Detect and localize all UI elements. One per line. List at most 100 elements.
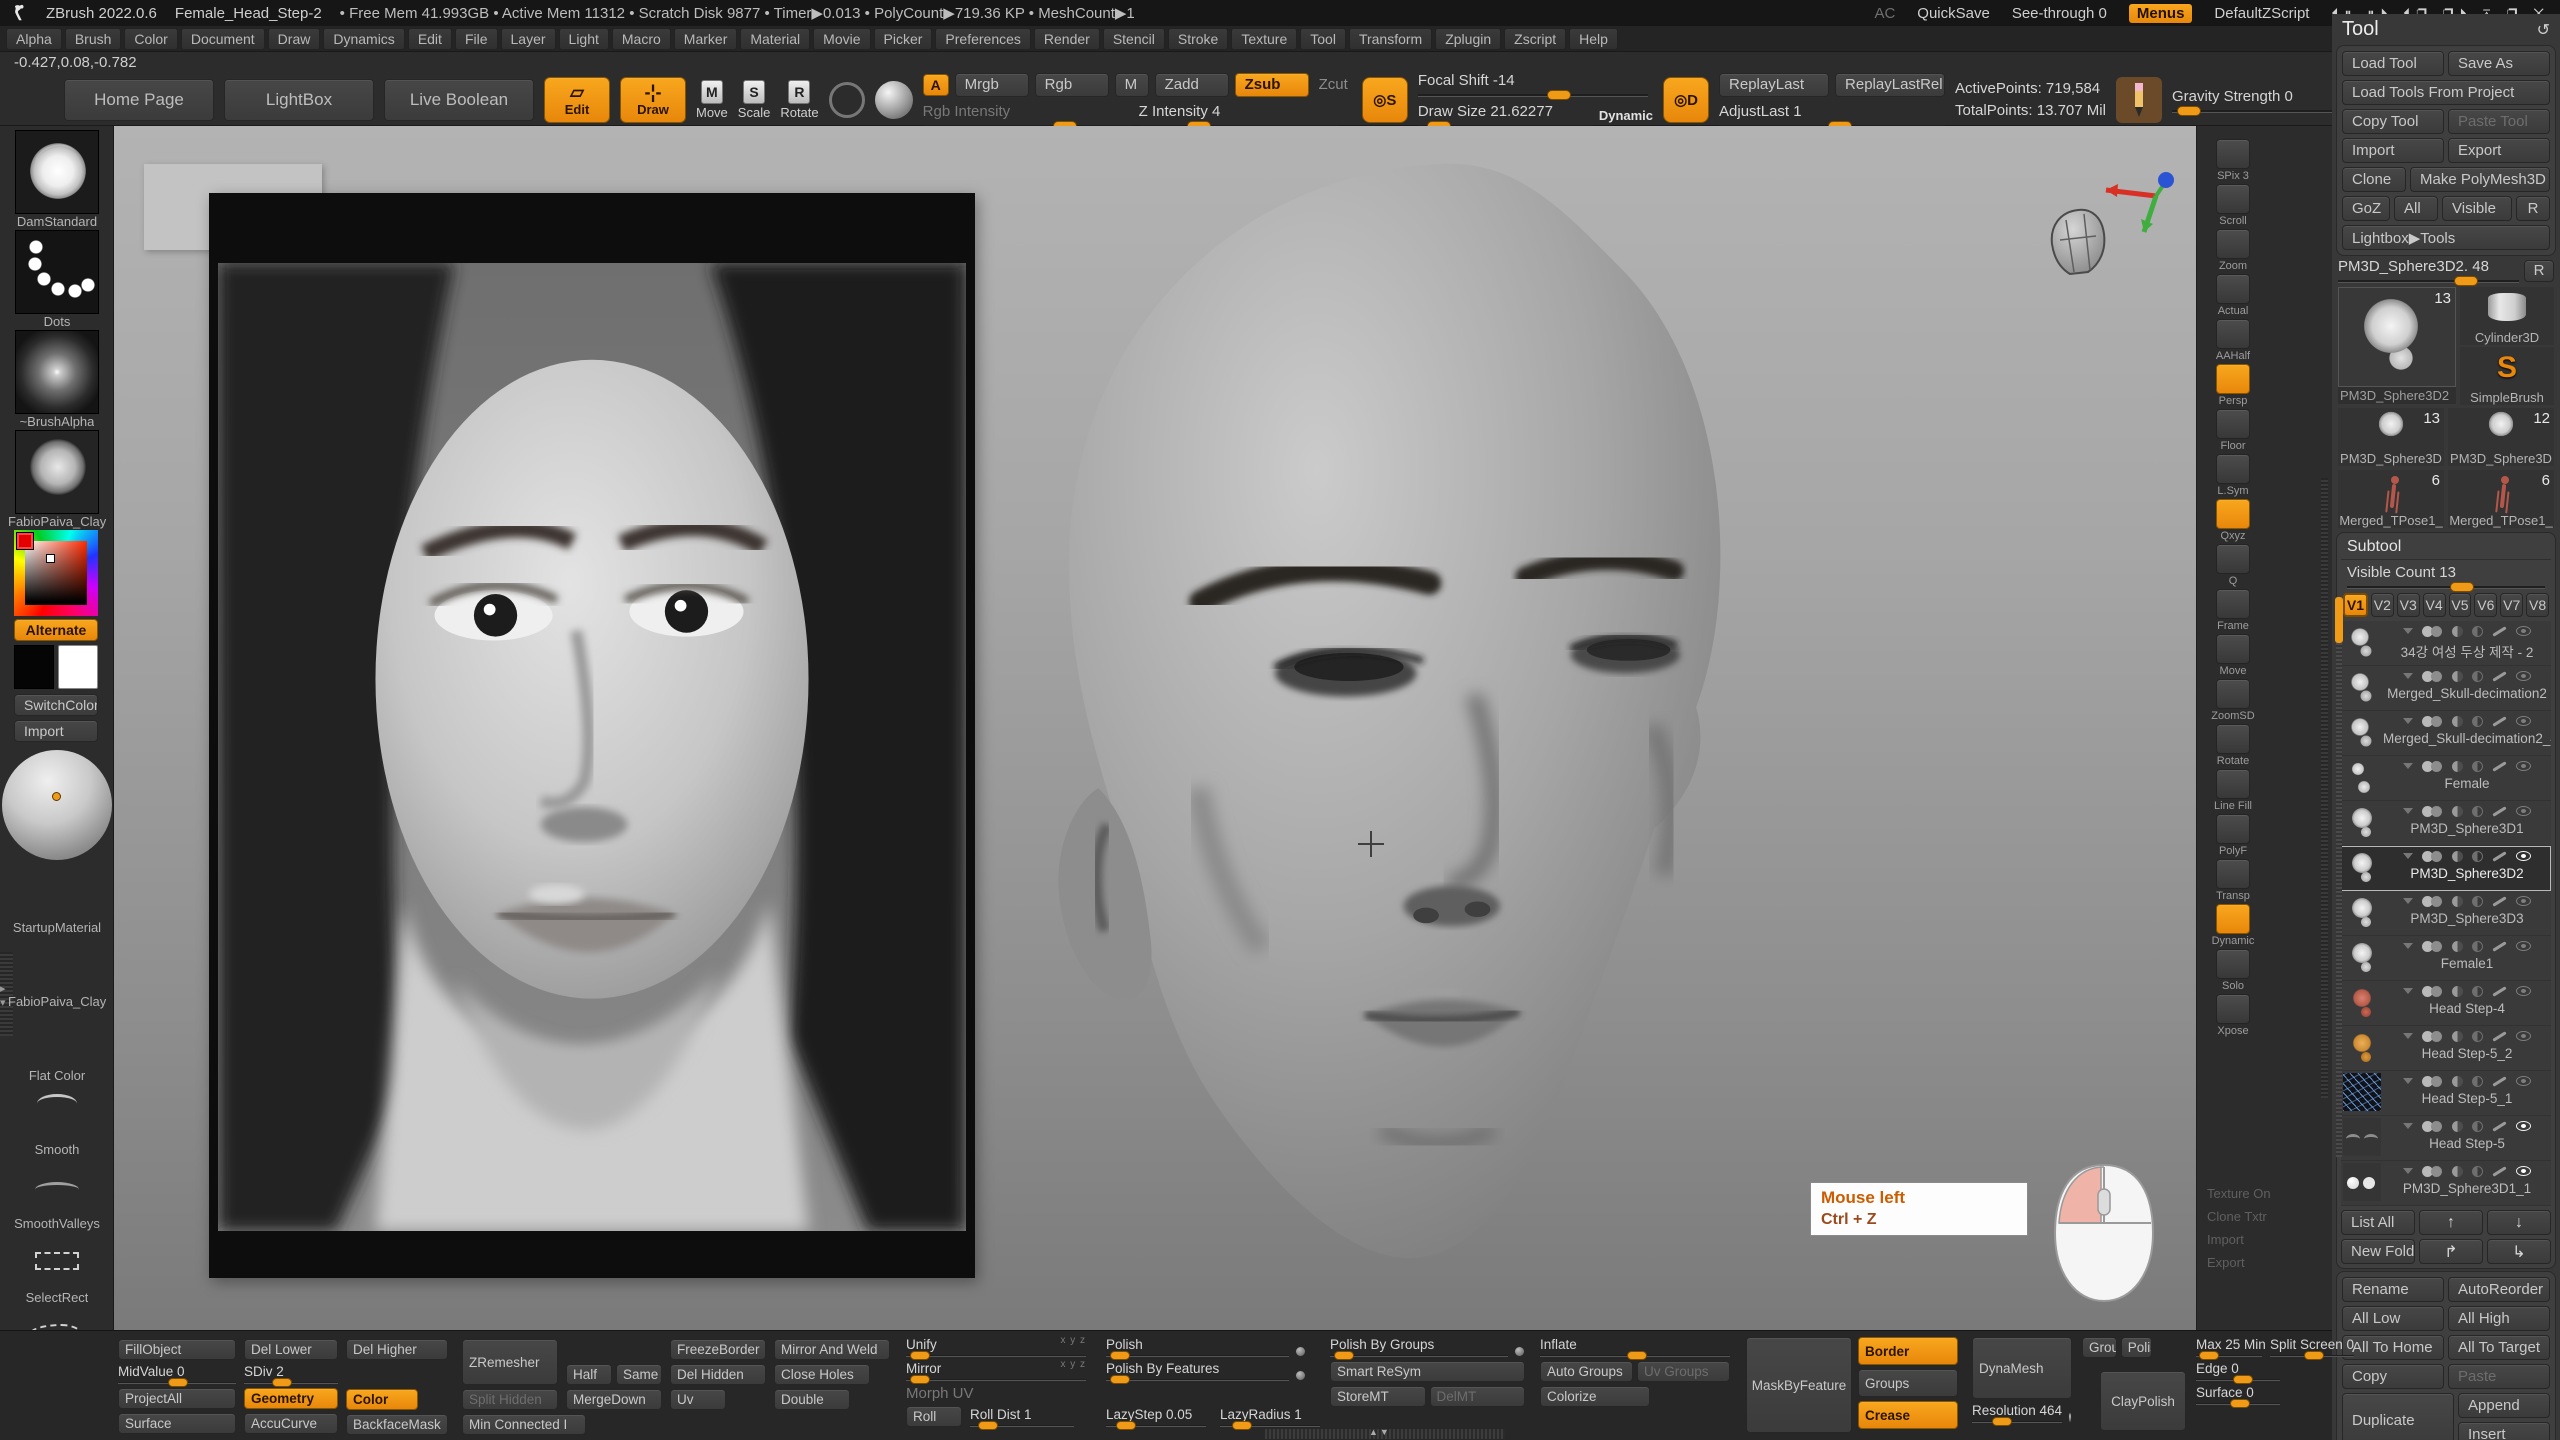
right-shelf-icon[interactable] — [2216, 184, 2250, 214]
material-thumbnail[interactable] — [15, 936, 99, 994]
polish-by-features-toggle-dot[interactable] — [1295, 1370, 1306, 1381]
load-tools-from-project-button[interactable]: Load Tools From Project — [2342, 80, 2550, 105]
z-intensity-slider[interactable]: Z Intensity 4 — [1139, 103, 1339, 128]
menu-item[interactable]: Render — [1034, 28, 1100, 50]
polish-by-groups-slider[interactable]: Polish By Groups — [1330, 1337, 1525, 1357]
alpha-badge[interactable]: A — [923, 74, 949, 96]
subtool-item[interactable]: PM3D_Sphere3D1 — [2341, 801, 2551, 846]
default-zscript-button[interactable]: DefaultZScript — [2214, 5, 2309, 22]
menu-item[interactable]: Stroke — [1168, 28, 1228, 50]
menu-item[interactable]: Color — [124, 28, 177, 50]
visibility-eye-icon[interactable] — [2516, 851, 2531, 861]
subtool-item[interactable]: PM3D_Sphere3D2 — [2341, 846, 2551, 891]
right-shelf-button[interactable]: Transp — [2205, 859, 2261, 902]
subtool-item[interactable]: Head Step-5 — [2341, 1116, 2551, 1161]
export-tool-button[interactable]: Export — [2448, 138, 2550, 163]
pair-icon[interactable] — [2422, 671, 2443, 682]
subtool-scrollbar[interactable] — [2336, 597, 2342, 1157]
polypaint-icon[interactable] — [2492, 1121, 2506, 1131]
pair-icon[interactable] — [2422, 1121, 2443, 1132]
right-shelf-button[interactable]: Frame — [2205, 589, 2261, 632]
focal-shift-slider[interactable]: Focal Shift -14 — [1418, 72, 1648, 97]
visibility-button[interactable]: V1 — [2343, 593, 2368, 617]
right-shelf-button[interactable]: Floor — [2205, 409, 2261, 452]
right-shelf-icon[interactable] — [2216, 634, 2250, 664]
lightbox-button[interactable]: LightBox — [224, 79, 374, 121]
moon-icon[interactable] — [2452, 896, 2463, 907]
polypaint-icon[interactable] — [2492, 1031, 2506, 1041]
moon-icon[interactable] — [2452, 716, 2463, 727]
crease-button[interactable]: Crease — [1858, 1401, 1958, 1429]
flip-icon[interactable] — [2403, 988, 2413, 994]
draw-button[interactable]: -¦- Draw — [620, 77, 686, 123]
m-button[interactable]: M — [1115, 73, 1149, 97]
material-picker-icon[interactable] — [875, 81, 913, 119]
flip-icon[interactable] — [2403, 673, 2413, 679]
surface-slider[interactable]: Surface 0 — [2196, 1385, 2280, 1405]
brush-item[interactable]: ~BrushAlpha — [14, 330, 100, 430]
material-item[interactable]: FabioPaiva_Clay2 — [14, 936, 100, 1010]
right-shelf-button[interactable]: L.Sym — [2205, 454, 2261, 497]
color-gradient-square[interactable] — [25, 541, 87, 605]
pair-icon[interactable] — [2422, 1166, 2443, 1177]
morph-uv-button[interactable]: Morph UV — [906, 1385, 1086, 1402]
see-through-slider[interactable]: See-through 0 — [2012, 5, 2107, 22]
all-to-home-button[interactable]: All To Home — [2342, 1335, 2444, 1360]
quicksave-button[interactable]: QuickSave — [1917, 5, 1990, 22]
visibility-eye-icon[interactable] — [2516, 1166, 2531, 1176]
adjust-last-slider[interactable]: AdjustLast 1 — [1719, 103, 1945, 128]
visibility-eye-icon[interactable] — [2516, 941, 2531, 951]
freeze-border-button[interactable]: FreezeBorder — [670, 1339, 766, 1360]
menu-item[interactable]: Alpha — [6, 28, 62, 50]
right-shelf-button[interactable]: Xpose — [2205, 994, 2261, 1037]
polypaint-icon[interactable] — [2492, 716, 2506, 726]
pair-icon[interactable] — [2422, 851, 2443, 862]
subtool-item[interactable]: Merged_Skull-decimation2_4 — [2341, 711, 2551, 756]
subtool-item[interactable]: Head Step-5_2 — [2341, 1026, 2551, 1071]
moon-icon[interactable] — [2452, 671, 2463, 682]
moon-icon[interactable] — [2452, 941, 2463, 952]
visibility-eye-icon[interactable] — [2516, 1121, 2531, 1131]
menu-item[interactable]: File — [455, 28, 498, 50]
moon-icon[interactable] — [2452, 1031, 2463, 1042]
right-shelf-button[interactable]: Solo — [2205, 949, 2261, 992]
contrast-icon[interactable] — [2472, 941, 2483, 952]
visibility-eye-icon[interactable] — [2516, 761, 2531, 771]
max-min-slider[interactable]: Max 25 Min — [2196, 1337, 2262, 1357]
menus-button[interactable]: Menus — [2129, 4, 2193, 23]
tool-thumbnail[interactable]: 13 PM3D_Sphere3D — [2338, 408, 2444, 466]
visibility-button[interactable]: V4 — [2423, 593, 2446, 617]
surface-button[interactable]: Surface — [118, 1413, 236, 1434]
visible-count-slider[interactable]: Visible Count 13 — [2347, 564, 2545, 589]
black-swatch[interactable] — [14, 645, 54, 689]
flip-icon[interactable] — [2403, 853, 2413, 859]
contrast-icon[interactable] — [2472, 761, 2483, 772]
right-shelf-button[interactable]: Line Fill — [2205, 769, 2261, 812]
visibility-button[interactable]: V7 — [2500, 593, 2523, 617]
right-shelf-icon[interactable] — [2216, 499, 2250, 529]
contrast-icon[interactable] — [2472, 806, 2483, 817]
dynamic-toggle[interactable]: Dynamic — [1599, 108, 1653, 123]
polypaint-icon[interactable] — [2492, 626, 2506, 636]
material-item[interactable]: Flat Color — [14, 1010, 100, 1084]
mask-by-feature-button[interactable]: MaskByFeature — [1746, 1337, 1852, 1433]
right-shelf-icon[interactable] — [2216, 229, 2250, 259]
import-button[interactable]: Import — [14, 720, 98, 742]
fill-object-button[interactable]: FillObject — [118, 1339, 236, 1360]
right-tray-divider[interactable] — [2321, 478, 2328, 1098]
moon-icon[interactable] — [2452, 1076, 2463, 1087]
visibility-eye-icon[interactable] — [2516, 986, 2531, 996]
pair-icon[interactable] — [2422, 761, 2443, 772]
polypaint-icon[interactable] — [2492, 851, 2506, 861]
visibility-eye-icon[interactable] — [2516, 716, 2531, 726]
alternate-button[interactable]: Alternate — [14, 619, 98, 641]
bottom-tray-scrollbar[interactable] — [1265, 1429, 1505, 1439]
new-folder-button[interactable]: New Folder — [2341, 1239, 2415, 1264]
contrast-icon[interactable] — [2472, 1031, 2483, 1042]
polish-by-features-slider[interactable]: Polish By Features — [1106, 1361, 1306, 1381]
paste-subtool-button[interactable]: Paste — [2448, 1364, 2550, 1389]
visibility-eye-icon[interactable] — [2516, 1031, 2531, 1041]
resolution-toggle-dot[interactable] — [2068, 1412, 2072, 1423]
import-tool-button[interactable]: Import — [2342, 138, 2444, 163]
right-shelf-button[interactable]: Qxyz — [2205, 499, 2261, 542]
